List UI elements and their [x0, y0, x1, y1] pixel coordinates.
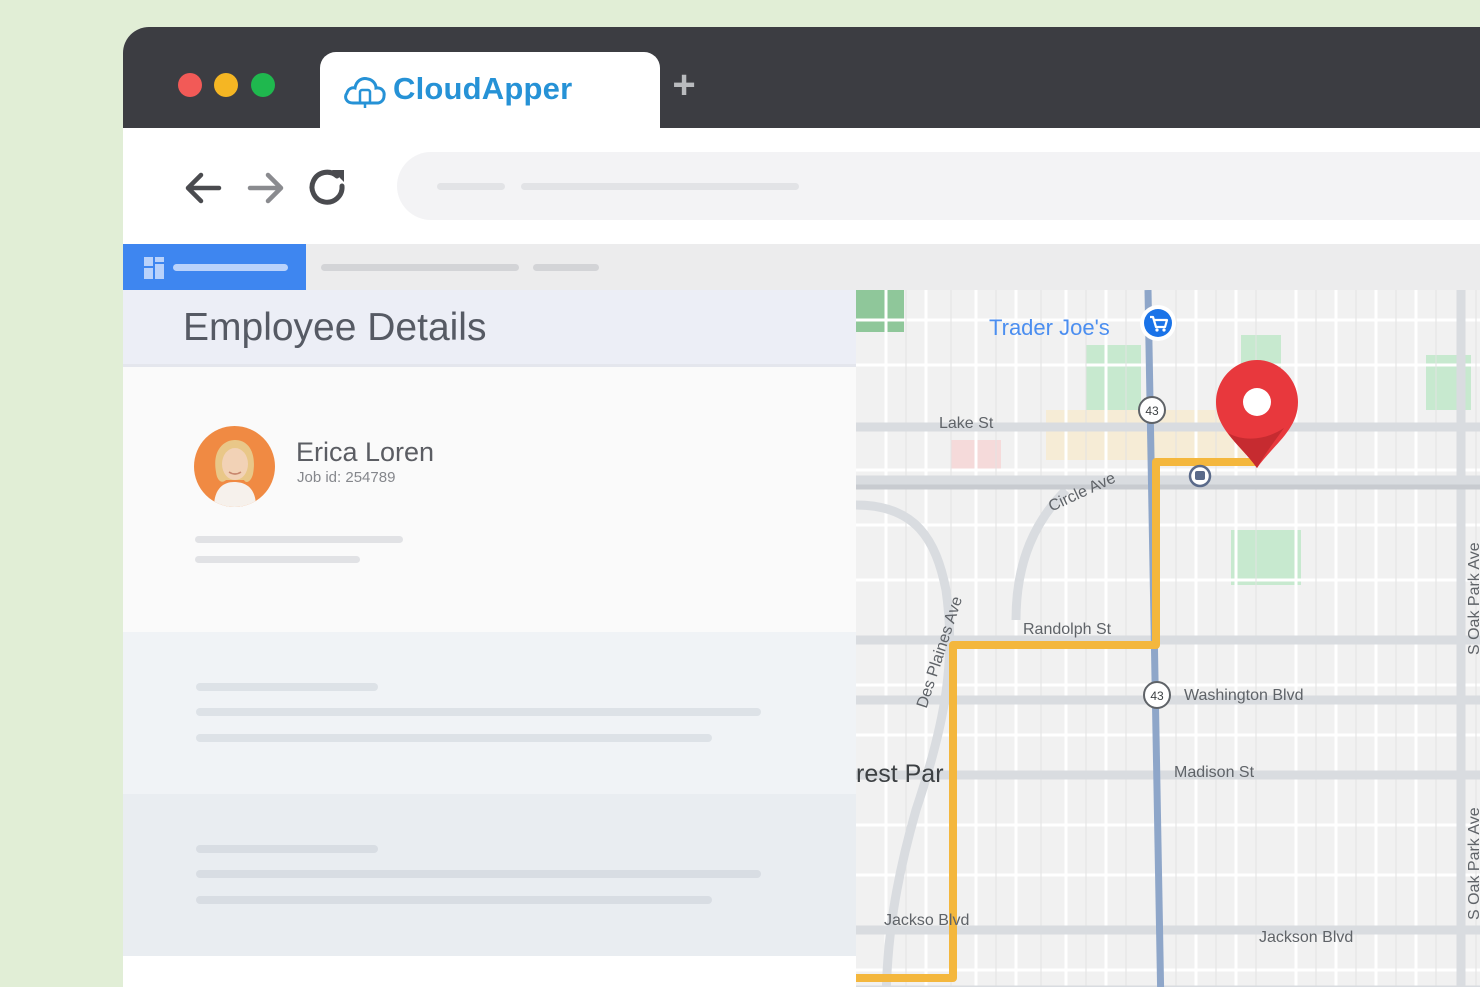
- svg-text:43: 43: [1145, 404, 1159, 418]
- detail-section: [123, 632, 856, 794]
- toolbar-placeholder-line: [533, 264, 599, 271]
- forward-arrow-icon[interactable]: [242, 164, 290, 212]
- reload-icon[interactable]: [304, 164, 352, 212]
- park-area: [1231, 530, 1301, 585]
- page-title: Employee Details: [183, 306, 487, 349]
- area-label: rest Par: [856, 760, 944, 788]
- svg-text:43: 43: [1150, 689, 1164, 703]
- browser-tab-active[interactable]: CloudApper: [320, 52, 660, 130]
- profile-placeholder-line: [195, 536, 403, 543]
- detail-section: [123, 794, 856, 956]
- app-toolbar: [123, 244, 1480, 290]
- street-label: Washington Blvd: [1184, 687, 1304, 704]
- avatar: [194, 426, 275, 507]
- street-label: Jackson Blvd: [1259, 929, 1354, 946]
- url-placeholder-line: [521, 183, 799, 190]
- detail-placeholder-line: [196, 734, 712, 742]
- detail-section: [123, 956, 856, 987]
- route-shield-icon: 43: [1143, 681, 1171, 709]
- street-label: S Oak Park Ave: [1466, 807, 1480, 920]
- street-label: S Oak Park Ave: [1466, 542, 1480, 655]
- detail-placeholder-line: [196, 845, 378, 853]
- profile-placeholder-line: [195, 556, 360, 563]
- street-label: Randolph St: [1023, 621, 1112, 638]
- employee-name: Erica Loren: [296, 437, 435, 467]
- app-name-placeholder: [173, 264, 288, 271]
- transit-station-icon: [1188, 464, 1212, 488]
- maximize-window-button[interactable]: [251, 73, 275, 97]
- detail-placeholder-line: [196, 870, 761, 878]
- new-tab-button[interactable]: +: [667, 65, 701, 105]
- dashboard-icon: [144, 257, 164, 279]
- browser-window: CloudApper + Employee Details Erica Lore…: [123, 27, 1480, 987]
- browser-navbar: [123, 128, 1480, 244]
- street-label: Lake St: [939, 415, 994, 432]
- panel-header: Employee Details: [123, 290, 856, 367]
- url-placeholder-line: [437, 183, 505, 190]
- app-menu-button[interactable]: [123, 244, 306, 290]
- poi-label[interactable]: Trader Joe's: [989, 315, 1110, 341]
- route-shield-icon: 43: [1138, 396, 1166, 424]
- browser-titlebar: CloudApper +: [123, 27, 1480, 130]
- street-label: Madison St: [1174, 764, 1255, 781]
- park-area: [1086, 345, 1141, 415]
- minimize-window-button[interactable]: [214, 73, 238, 97]
- back-arrow-icon[interactable]: [179, 164, 227, 212]
- shopping-cart-icon[interactable]: [1140, 305, 1176, 341]
- route-map[interactable]: 43 43 Trader Joe's Lake St Circle Ave Ra…: [856, 290, 1480, 987]
- tab-title: CloudApper: [393, 71, 573, 106]
- close-window-button[interactable]: [178, 73, 202, 97]
- detail-placeholder-line: [196, 896, 712, 904]
- detail-placeholder-line: [196, 708, 761, 716]
- address-bar[interactable]: [397, 152, 1480, 220]
- employee-profile-card[interactable]: Erica Loren Job id: 254789: [123, 370, 856, 632]
- employee-job-id: Job id: 254789: [297, 469, 396, 486]
- toolbar-placeholder-line: [321, 264, 519, 271]
- detail-placeholder-line: [196, 683, 378, 691]
- park-area: [856, 290, 904, 332]
- cloud-logo-icon: [344, 77, 386, 108]
- street-label: Jackso Blvd: [884, 912, 970, 929]
- employee-panel: Employee Details Erica Loren Job id: 254…: [123, 290, 856, 987]
